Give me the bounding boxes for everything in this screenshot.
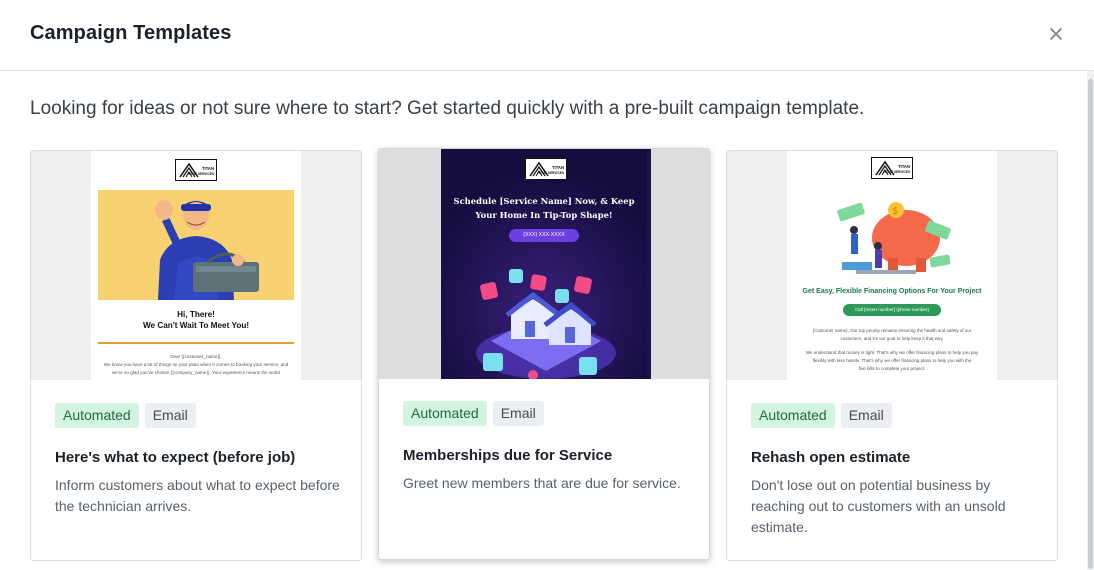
template-preview: TITAN HOME SERVICES $ Get Easy, Flexible — [727, 151, 1057, 380]
company-logo: TITAN HOME SERVICES — [175, 159, 217, 181]
intro-text: Looking for ideas or not sure where to s… — [30, 98, 865, 119]
email-preview-sheet: TITAN HOME SERVICES Hi, There! We Can't … — [91, 151, 301, 380]
card-title: Rehash open estimate — [751, 449, 911, 466]
company-logo: TITAN HOME SERVICES — [871, 157, 913, 179]
template-card-before-job[interactable]: TITAN HOME SERVICES Hi, There! We Can't … — [30, 150, 362, 561]
badge-automated: Automated — [751, 403, 835, 428]
preview-body-5: five bills to complete your project. — [858, 366, 926, 371]
badge-row: Automated Email — [403, 401, 544, 426]
badge-row: Automated Email — [55, 403, 196, 428]
preview-phone-button: (XXX) XXX-XXXX — [509, 229, 579, 242]
card-description: Inform customers about what to expect be… — [55, 477, 340, 514]
preview-headline-1: Hi, There! — [177, 310, 215, 319]
preview-body-3: We understand that money is tight. That'… — [805, 350, 979, 355]
preview-headline-2: We Can't Wait To Meet You! — [142, 321, 250, 330]
financing-illustration: $ — [837, 202, 951, 274]
preview-body-4: flexibly with less hassle. That's why we… — [812, 358, 972, 363]
preview-body-1: {Customer name}, Our top priority remain… — [812, 328, 972, 333]
badge-email: Email — [144, 403, 196, 428]
card-title: Memberships due for Service — [403, 447, 613, 464]
template-preview: TITAN HOME SERVICES Schedule [Service Na… — [379, 149, 709, 379]
badge-automated: Automated — [403, 401, 487, 426]
email-preview-sheet: TITAN HOME SERVICES $ Get Easy, Flexible — [787, 151, 997, 380]
card-title: Here's what to expect (before job) — [55, 449, 296, 466]
scrollbar[interactable] — [1087, 71, 1094, 570]
company-logo: TITAN HOME SERVICES — [525, 158, 567, 180]
preview-body-2: We know you have a lot of things on your… — [103, 362, 289, 367]
preview-cta-button: Call [Insert number] (phone number) — [843, 304, 941, 316]
badge-automated: Automated — [55, 403, 139, 428]
badge-email: Email — [492, 401, 544, 426]
card-description: Don't lose out on potential business by … — [751, 477, 1006, 535]
close-button[interactable] — [1046, 24, 1066, 44]
modal-title: Campaign Templates — [30, 22, 232, 44]
preview-body-2: customers, and it's our goal to help kee… — [840, 336, 944, 341]
preview-headline: Get Easy, Flexible Financing Options For… — [802, 288, 982, 295]
email-preview-sheet: TITAN HOME SERVICES Schedule [Service Na… — [441, 149, 651, 379]
card-description: Greet new members that are due for servi… — [403, 475, 681, 491]
scroll-thumb[interactable] — [1088, 79, 1093, 569]
template-card-memberships[interactable]: TITAN HOME SERVICES Schedule [Service Na… — [378, 148, 710, 560]
smart-home-illustration — [476, 269, 616, 379]
technician-photo — [98, 190, 294, 300]
svg-text:$: $ — [892, 206, 898, 217]
preview-body-1: Dear {{customer_name}}, — [170, 354, 222, 359]
preview-body-3: we're so glad you've chosen {{company_na… — [111, 370, 280, 375]
badge-row: Automated Email — [751, 403, 892, 428]
badge-email: Email — [840, 403, 892, 428]
close-icon — [1050, 28, 1062, 40]
template-preview: TITAN HOME SERVICES Hi, There! We Can't … — [31, 151, 361, 380]
template-card-open-estimate[interactable]: TITAN HOME SERVICES $ Get Easy, Flexible — [726, 150, 1058, 561]
preview-divider — [98, 342, 294, 344]
preview-headline: Schedule [Service Name] Now, & Keep Your… — [453, 196, 635, 220]
modal-header: Campaign Templates — [0, 0, 1094, 71]
